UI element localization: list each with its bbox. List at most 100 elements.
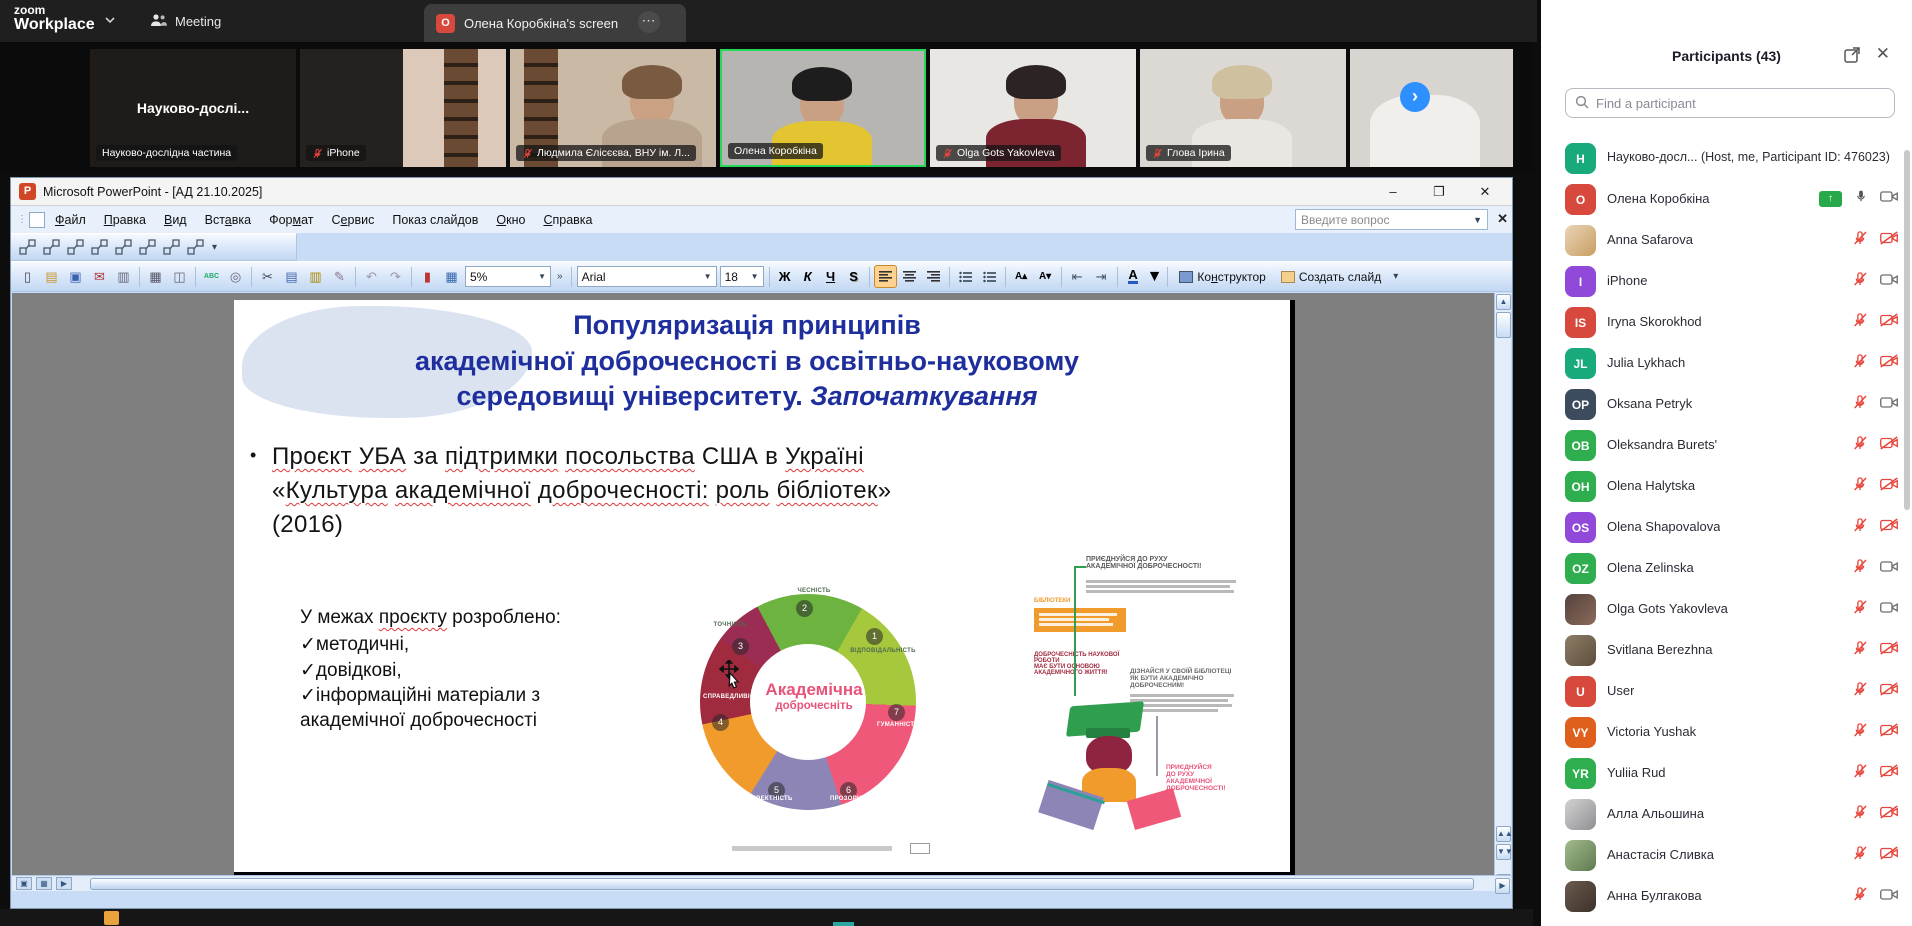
scroll-right-button[interactable]: ▶: [1495, 878, 1510, 894]
slide-sorter-view-button[interactable]: ▦: [36, 877, 52, 890]
video-tile[interactable]: Науково-дослі...Науково-дослідна частина: [90, 49, 296, 167]
designer-button[interactable]: Конструктор: [1173, 265, 1271, 288]
participant-row[interactable]: Алла Альошина: [1541, 794, 1912, 835]
diagram-tool-icon[interactable]: [65, 237, 86, 258]
standard-tool-icon[interactable]: ✎: [329, 266, 350, 287]
participant-row[interactable]: UUser: [1541, 671, 1912, 712]
document-close-button[interactable]: ✕: [1497, 211, 1508, 227]
participant-row[interactable]: Анна Булгакова: [1541, 876, 1912, 917]
participant-row[interactable]: Anna Safarova: [1541, 220, 1912, 261]
participant-row[interactable]: JLJulia Lykhach: [1541, 343, 1912, 384]
standard-tool-icon[interactable]: ▤: [41, 266, 62, 287]
standard-tool-icon[interactable]: ↶: [361, 266, 382, 287]
standard-tool-icon[interactable]: ▯: [17, 266, 38, 287]
participant-row[interactable]: OSOlena Shapovalova: [1541, 507, 1912, 548]
diagram-tool-icon[interactable]: [161, 237, 182, 258]
scrollbar-thumb[interactable]: [1496, 312, 1511, 338]
bulleted-list-button[interactable]: [979, 266, 1000, 287]
font-dropdown-icon[interactable]: ▼: [700, 272, 712, 281]
standard-tool-icon[interactable]: ▮: [417, 266, 438, 287]
standard-tool-icon[interactable]: ✉: [89, 266, 110, 287]
participant-row[interactable]: OBOleksandra Burets': [1541, 425, 1912, 466]
question-input[interactable]: Введите вопрос ▼: [1295, 209, 1488, 230]
diagram-tool-icon[interactable]: [185, 237, 206, 258]
panel-scrollbar-thumb[interactable]: [1904, 150, 1910, 510]
next-videos-button[interactable]: ›: [1400, 82, 1430, 112]
video-tile[interactable]: Людмила Єлісєєва, ВНУ ім. Л...: [510, 49, 716, 167]
ppt-close-button[interactable]: ✕: [1462, 178, 1508, 205]
tab-more-button[interactable]: ⋯: [638, 11, 660, 33]
participant-search-input[interactable]: Find a participant: [1565, 88, 1895, 118]
standard-tool-icon[interactable]: ▦: [145, 266, 166, 287]
standard-tool-icon[interactable]: ▤: [281, 266, 302, 287]
toolbar-overflow-icon[interactable]: »: [554, 271, 566, 282]
menu-Файл[interactable]: Файл: [47, 210, 94, 230]
toolbar-overflow-icon[interactable]: ▾: [1390, 271, 1401, 282]
font-size-combo[interactable]: 18▼: [720, 266, 764, 287]
standard-tool-icon[interactable]: ↷: [385, 266, 406, 287]
standard-tool-icon[interactable]: ▦: [441, 266, 462, 287]
decrease-indent-button[interactable]: ⇤: [1067, 266, 1088, 287]
video-tile-partial[interactable]: [1350, 49, 1513, 167]
menu-Формат[interactable]: Формат: [261, 210, 321, 230]
powerpoint-titlebar[interactable]: P Microsoft PowerPoint - [АД 21.10.2025]…: [11, 178, 1512, 206]
participant-row[interactable]: Olga Gots Yakovleva: [1541, 589, 1912, 630]
vertical-scrollbar[interactable]: ▲ ▲▲ ▼▼ ▼: [1494, 293, 1511, 891]
standard-tool-icon[interactable]: ◫: [169, 266, 190, 287]
increase-font-button[interactable]: A▴: [1011, 266, 1032, 287]
popout-icon[interactable]: [1844, 46, 1862, 64]
tab-meeting[interactable]: Meeting: [140, 0, 231, 42]
font-color-dropdown-icon[interactable]: ▼: [1147, 268, 1163, 286]
taskbar-app-icon[interactable]: [104, 911, 119, 925]
participant-row[interactable]: YRYuliia Rud: [1541, 753, 1912, 794]
zoom-level-combo[interactable]: 5%▼: [465, 266, 551, 287]
diagram-tool-icon[interactable]: [89, 237, 110, 258]
numbered-list-button[interactable]: [955, 266, 976, 287]
diagram-tool-icon[interactable]: [17, 237, 38, 258]
participant-row[interactable]: OPOksana Petryk: [1541, 384, 1912, 425]
menu-Вид[interactable]: Вид: [156, 210, 195, 230]
decrease-font-button[interactable]: A▾: [1035, 266, 1056, 287]
participant-row[interactable]: Svitlana Berezhna: [1541, 630, 1912, 671]
horizontal-scrollbar-thumb[interactable]: [90, 878, 1474, 890]
participant-row[interactable]: OОлена Коробкіна↑: [1541, 179, 1912, 220]
diagram-tool-icon[interactable]: [137, 237, 158, 258]
participant-row[interactable]: Анастасія Сливка: [1541, 835, 1912, 876]
previous-slide-button[interactable]: ▲▲: [1496, 826, 1511, 842]
diagram-tool-icon[interactable]: [41, 237, 62, 258]
italic-button[interactable]: К: [798, 269, 818, 284]
standard-tool-icon[interactable]: ▥: [113, 266, 134, 287]
menu-Справка[interactable]: Справка: [535, 210, 600, 230]
standard-tool-icon[interactable]: ABC: [201, 266, 222, 287]
menu-Окно[interactable]: Окно: [488, 210, 533, 230]
ppt-restore-button[interactable]: ❐: [1416, 178, 1462, 205]
normal-view-button[interactable]: ▣: [16, 877, 32, 890]
participant-row[interactable]: OHOlena Halytska: [1541, 466, 1912, 507]
standard-tool-icon[interactable]: ✂: [257, 266, 278, 287]
question-dropdown-icon[interactable]: ▼: [1473, 215, 1482, 225]
standard-tool-icon[interactable]: ▣: [65, 266, 86, 287]
video-tile[interactable]: Олена Коробкіна: [720, 49, 926, 167]
scroll-up-button[interactable]: ▲: [1496, 294, 1511, 310]
participant-row[interactable]: IiPhone: [1541, 261, 1912, 302]
participant-row[interactable]: ISIryna Skorokhod: [1541, 302, 1912, 343]
next-slide-button[interactable]: ▼▼: [1496, 844, 1511, 860]
video-tile[interactable]: Olga Gots Yakovleva: [930, 49, 1136, 167]
standard-tool-icon[interactable]: ◎: [225, 266, 246, 287]
align-center-button[interactable]: [899, 266, 920, 287]
new-slide-button[interactable]: Создать слайд: [1275, 265, 1387, 288]
participant-row[interactable]: HНауково-досл... (Host, me, Participant …: [1541, 138, 1912, 179]
zoom-dropdown-icon[interactable]: ▼: [534, 272, 546, 281]
video-tile[interactable]: iPhone: [300, 49, 506, 167]
menu-Показ слайдов[interactable]: Показ слайдов: [384, 210, 486, 230]
toolbar-overflow-icon[interactable]: ▾: [209, 242, 220, 253]
increase-indent-button[interactable]: ⇥: [1091, 266, 1112, 287]
participant-row[interactable]: VYVictoria Yushak: [1541, 712, 1912, 753]
font-name-combo[interactable]: Arial▼: [577, 266, 717, 287]
font-color-button[interactable]: A: [1123, 266, 1144, 287]
menu-Правка[interactable]: Правка: [96, 210, 154, 230]
align-left-button[interactable]: [875, 266, 896, 287]
slideshow-view-button[interactable]: ▶: [56, 877, 72, 890]
close-panel-icon[interactable]: ✕: [1876, 44, 1890, 64]
size-dropdown-icon[interactable]: ▼: [747, 272, 759, 281]
